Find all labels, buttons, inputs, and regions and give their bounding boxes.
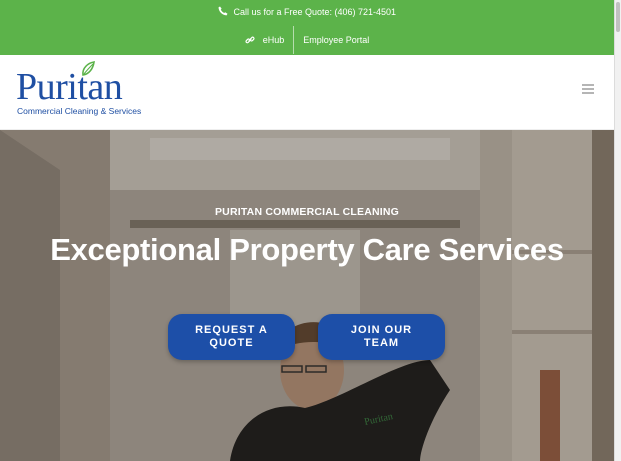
hero-eyebrow: PURITAN COMMERCIAL CLEANING [214, 206, 400, 218]
request-quote-label-line1: REQUEST A [195, 324, 268, 336]
request-quote-button[interactable]: REQUEST A QUOTE [168, 314, 295, 360]
hero-banner: Puritan PURITAN COMMERCIAL CLEANING Exce… [0, 130, 614, 461]
top-contact-bar: Call us for a Free Quote: (406) 721-4501… [0, 0, 614, 55]
puritan-logo[interactable]: Puritan Commercial Cleaning & Services [16, 61, 146, 119]
employee-portal-label: Employee Portal [303, 35, 370, 45]
hamburger-menu-icon[interactable] [582, 84, 594, 94]
site-header: Puritan Commercial Cleaning & Services [0, 55, 614, 130]
call-link[interactable]: Call us for a Free Quote: (406) 721-4501 [0, 6, 614, 18]
link-icon [245, 36, 255, 44]
join-team-button[interactable]: JOIN OUR TEAM [318, 314, 445, 360]
logo-wordmark: Puritan [16, 66, 123, 108]
scrollbar-thumb[interactable] [616, 2, 620, 32]
join-team-label-line2: TEAM [363, 337, 400, 349]
employee-portal-link[interactable]: Employee Portal [294, 26, 378, 54]
top-links: eHub Employee Portal [0, 26, 614, 54]
vertical-scrollbar[interactable] [614, 0, 621, 461]
hero-overlay [0, 130, 614, 461]
request-quote-label-line2: QUOTE [209, 337, 254, 349]
ehub-link[interactable]: eHub [236, 26, 294, 54]
join-team-label-line1: JOIN OUR [350, 324, 413, 336]
ehub-label: eHub [262, 35, 285, 45]
hero-headline: Exceptional Property Care Services [50, 232, 564, 267]
logo-tagline: Commercial Cleaning & Services [17, 106, 142, 116]
phone-icon [218, 6, 228, 16]
call-text: Call us for a Free Quote: (406) 721-4501 [233, 7, 397, 17]
